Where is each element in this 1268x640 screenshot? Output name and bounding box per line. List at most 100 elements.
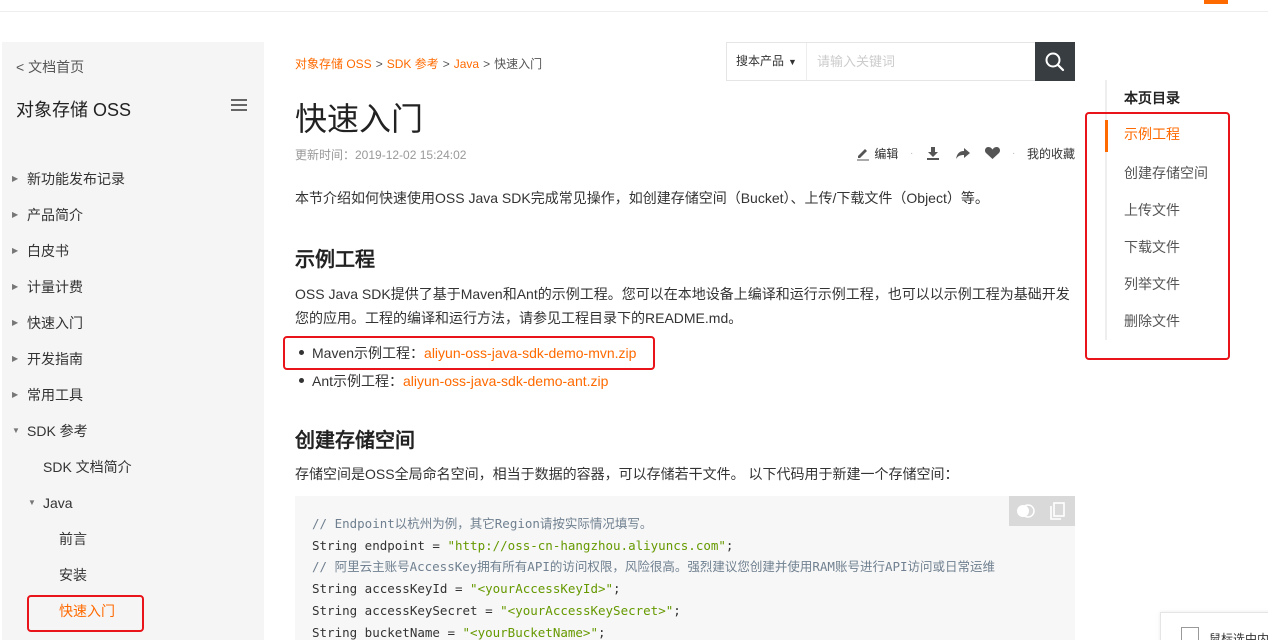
sidebar-item-label: 计量计费	[27, 279, 83, 295]
code-toolbar	[1009, 496, 1075, 526]
intro-text: 本节介绍如何快速使用OSS Java SDK完成常见操作，如创建存储空间（Buc…	[295, 190, 989, 206]
breadcrumb-java[interactable]: Java	[454, 57, 479, 71]
hint-text: 鼠标选中内	[1209, 632, 1268, 640]
sidebar-item-java-quick-start[interactable]: 快速入门	[2, 593, 264, 629]
sidebar-item-dev-guide[interactable]: ▶ 开发指南	[2, 341, 264, 377]
toggle-theme-button[interactable]	[1009, 496, 1042, 526]
page-toc: 本页目录 示例工程 创建存储空间 上传文件 下载文件 列举文件 删除文件	[1105, 80, 1235, 340]
caret-down-icon: ▼	[12, 426, 20, 435]
breadcrumb-separator: >	[483, 57, 491, 71]
toggle-theme-icon	[1017, 504, 1035, 518]
code-string: "http://oss-cn-hangzhou.aliyuncs.com"	[447, 537, 726, 553]
caret-right-icon: ▶	[12, 282, 19, 291]
code-text: String accessKeyId =	[312, 581, 471, 597]
selection-hint-popup[interactable]: 鼠标选中内	[1160, 612, 1268, 640]
chevron-down-icon: ▼	[788, 57, 797, 67]
search-button[interactable]	[1035, 42, 1075, 81]
toc-item-create-bucket[interactable]: 创建存储空间	[1124, 163, 1208, 183]
sidebar-item-product-intro[interactable]: ▶ 产品简介	[2, 197, 264, 233]
hamburger-icon[interactable]	[231, 99, 247, 111]
code-block[interactable]: // Endpoint以杭州为例，其它Region请按实际情况填写。 Strin…	[295, 496, 1075, 640]
edit-button[interactable]: 编辑	[855, 144, 898, 164]
product-title: 对象存储 OSS	[16, 100, 132, 120]
breadcrumb-separator: >	[442, 57, 450, 71]
download-icon	[927, 147, 939, 160]
toc-item-delete[interactable]: 删除文件	[1124, 311, 1180, 331]
sidebar-item-whitepaper[interactable]: ▶ 白皮书	[2, 233, 264, 269]
share-button[interactable]	[955, 144, 971, 164]
caret-right-icon: ▶	[12, 354, 19, 363]
sidebar: < 文档首页 对象存储 OSS ▶ 新功能发布记录 ▶ 产品简介 ▶ 白皮书 ▶ 计量计…	[2, 42, 264, 640]
copy-icon	[1050, 502, 1065, 520]
hint-icon	[1181, 627, 1199, 640]
sidebar-item-label: SDK 文档简介	[43, 459, 132, 475]
edit-icon	[857, 149, 869, 161]
sidebar-item-label: 安装	[59, 567, 87, 583]
section-paragraph: 存储空间是OSS全局命名空间，相当于数据的容器，可以存储若干文件。 以下代码用于…	[295, 466, 959, 482]
toc-active-marker	[1105, 120, 1108, 152]
sidebar-item-java[interactable]: ▼ Java	[2, 485, 264, 521]
code-text: ;	[673, 602, 681, 618]
caret-right-icon: ▶	[12, 246, 19, 255]
caret-right-icon: ▶	[12, 318, 19, 327]
sidebar-item-label: 快速入门	[59, 603, 115, 619]
top-bar	[0, 0, 1268, 12]
list-item-maven: Maven示例工程：aliyun-oss-java-sdk-demo-mvn.z…	[299, 343, 636, 363]
edit-label: 编辑	[874, 147, 899, 161]
caret-right-icon: ▶	[12, 390, 19, 399]
code-string: "<yourBucketName>"	[462, 624, 598, 640]
download-button[interactable]	[925, 144, 941, 164]
section-paragraph: OSS Java SDK提供了基于Maven和Ant的示例工程。您可以在本地设备…	[295, 286, 1070, 326]
toolbar-separator: ·	[1012, 148, 1016, 159]
toc-item-upload[interactable]: 上传文件	[1124, 200, 1180, 220]
sidebar-item-sdk-intro[interactable]: SDK 文档简介	[2, 449, 264, 485]
code-comment: // Endpoint以杭州为例，其它Region请按实际情况填写。	[312, 516, 653, 531]
code-string: "<yourAccessKeyId>"	[470, 581, 614, 597]
caret-right-icon: ▶	[12, 174, 19, 183]
breadcrumb-current: 快速入门	[494, 57, 543, 71]
sidebar-item-label: 白皮书	[27, 243, 69, 259]
toc-item-download[interactable]: 下载文件	[1124, 237, 1180, 257]
favorite-heart-button[interactable]	[984, 144, 1001, 164]
sidebar-item-label: 新功能发布记录	[27, 171, 125, 187]
download-link-ant[interactable]: aliyun-oss-java-sdk-demo-ant.zip	[403, 373, 608, 389]
caret-down-icon: ▼	[28, 498, 36, 507]
toolbar-separator: ·	[910, 148, 914, 159]
sidebar-item-install[interactable]: 安装	[2, 557, 264, 593]
my-favorites-button[interactable]: 我的收藏	[1027, 144, 1075, 164]
updated-time: 更新时间：2019-12-02 15:24:02	[295, 148, 467, 162]
sidebar-item-label: 前言	[59, 531, 87, 547]
sidebar-item-release-notes[interactable]: ▶ 新功能发布记录	[2, 161, 264, 197]
article-toolbar: 编辑 · · 我的收藏	[855, 144, 1075, 164]
search-scope-select[interactable]: 搜本产品 ▼	[727, 43, 807, 80]
top-accent	[1204, 0, 1228, 4]
sidebar-item-quick-start[interactable]: ▶ 快速入门	[2, 305, 264, 341]
search-icon	[1045, 52, 1065, 72]
docs-home-link[interactable]: < 文档首页	[16, 57, 84, 77]
code-comment: // 阿里云主账号AccessKey拥有所有API的访问权限，风险很高。强烈建议…	[312, 559, 996, 575]
toc-item-sample-project[interactable]: 示例工程	[1124, 124, 1180, 144]
toc-item-list[interactable]: 列举文件	[1124, 274, 1180, 294]
sidebar-item-preface[interactable]: 前言	[2, 521, 264, 557]
sidebar-item-tools[interactable]: ▶ 常用工具	[2, 377, 264, 413]
search-input[interactable]	[809, 43, 1035, 80]
bullet-label: Maven示例工程：	[312, 345, 425, 361]
bullet-dot	[299, 349, 304, 355]
code-text: ;	[597, 624, 606, 640]
breadcrumb: 对象存储 OSS > SDK 参考 > Java > 快速入门	[295, 55, 542, 72]
code-string: "<yourAccessKeySecret>"	[500, 602, 674, 618]
page-title: 快速入门	[295, 101, 424, 137]
copy-button[interactable]	[1042, 496, 1075, 526]
sidebar-item-sdk-reference[interactable]: ▼ SDK 参考	[2, 413, 264, 449]
search-bar: 搜本产品 ▼	[726, 42, 1075, 81]
breadcrumb-oss[interactable]: 对象存储 OSS	[295, 57, 372, 71]
sidebar-item-billing[interactable]: ▶ 计量计费	[2, 269, 264, 305]
breadcrumb-sdk[interactable]: SDK 参考	[387, 57, 439, 71]
bullet-dot	[299, 377, 304, 383]
sidebar-item-label: 开发指南	[27, 351, 83, 367]
share-icon	[956, 148, 970, 159]
sidebar-item-label: SDK 参考	[27, 423, 88, 439]
section-heading-create-bucket: 创建存储空间	[295, 430, 415, 452]
code-text: ;	[725, 537, 734, 553]
download-link-maven[interactable]: aliyun-oss-java-sdk-demo-mvn.zip	[424, 345, 636, 361]
